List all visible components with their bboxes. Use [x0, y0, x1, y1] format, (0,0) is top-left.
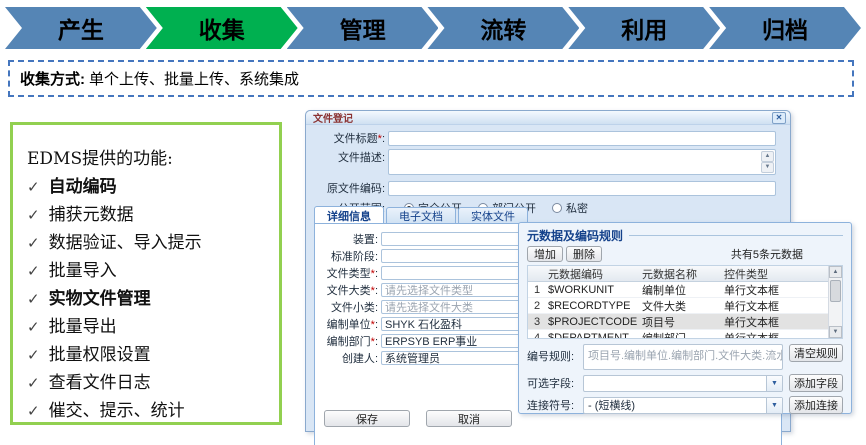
file-category-input[interactable]: 请先选择文件类型: [381, 283, 533, 297]
flow-step-archive[interactable]: 归档: [709, 7, 861, 49]
metadata-count: 共有5条元数据: [731, 246, 843, 262]
tab-physical-file[interactable]: 实体文件: [458, 207, 528, 224]
feature-item: ✓实物文件管理: [27, 285, 273, 313]
check-icon: ✓: [27, 229, 40, 257]
feature-item: ✓捕获元数据: [27, 201, 273, 229]
file-title-label: 文件标题*:: [314, 130, 388, 146]
header-rule-line: [629, 235, 843, 236]
file-desc-textarea[interactable]: ▲ ▼: [388, 149, 776, 175]
check-icon: ✓: [27, 257, 40, 285]
file-desc-label: 文件描述:: [314, 149, 388, 165]
flow-step-collect[interactable]: 收集: [146, 7, 298, 49]
file-title-row: 文件标题*:: [314, 130, 776, 146]
metadata-panel-title: 元数据及编码规则: [527, 227, 623, 244]
flow-step-generate[interactable]: 产生: [5, 7, 157, 49]
flow-step-transfer[interactable]: 流转: [427, 7, 579, 49]
compiling-unit-input[interactable]: SHYK 石化盈科: [381, 317, 533, 331]
feature-item: ✓自动编码: [27, 173, 273, 201]
feature-item: ✓数据验证、导入提示: [27, 229, 273, 257]
file-title-input[interactable]: [388, 131, 776, 146]
numbering-rule-label: 编号规则:: [527, 344, 583, 364]
metadata-table: 元数据编码 元数据名称 控件类型 1 $WORKUNIT 编制单位 单行文本框 …: [527, 265, 843, 339]
file-desc-row: 文件描述: ▲ ▼: [314, 149, 776, 175]
add-field-button[interactable]: 添加字段: [789, 374, 843, 392]
optional-field-row: 可选字段: ▼ 添加字段: [527, 374, 843, 392]
add-connector-button[interactable]: 添加连接: [789, 396, 843, 414]
original-code-input[interactable]: [388, 181, 776, 196]
save-button[interactable]: 保存: [324, 410, 410, 427]
check-icon: ✓: [27, 369, 40, 397]
chevron-down-icon[interactable]: ▼: [766, 376, 782, 391]
standard-phase-input[interactable]: [381, 249, 533, 263]
table-row[interactable]: 3 $PROJECTCODE 项目号 单行文本框: [528, 314, 842, 330]
banner-label: 收集方式:: [20, 68, 85, 89]
process-flow-bar: 产生 收集 管理 流转 利用 归档: [5, 7, 861, 49]
scroll-down-icon[interactable]: ▼: [829, 326, 842, 338]
table-row[interactable]: 1 $WORKUNIT 编制单位 单行文本框: [528, 282, 842, 298]
feature-item: ✓批量导出: [27, 313, 273, 341]
clear-rule-button[interactable]: 清空规则: [789, 344, 843, 362]
file-type-input[interactable]: [381, 266, 533, 280]
radio-private[interactable]: [552, 203, 562, 213]
dialog-title: 文件登记: [313, 110, 353, 125]
check-icon: ✓: [27, 341, 40, 369]
flow-step-manage[interactable]: 管理: [287, 7, 439, 49]
connector-row: 连接符号: - (短横线) ▼ 添加连接: [527, 396, 843, 414]
table-row[interactable]: 2 $RECORDTYPE 文件大类 单行文本框: [528, 298, 842, 314]
col-type: 控件类型: [724, 266, 808, 282]
flow-step-utilize[interactable]: 利用: [568, 7, 720, 49]
col-name: 元数据名称: [642, 266, 724, 282]
creator-input[interactable]: 系统管理员: [381, 351, 533, 365]
numbering-rule-input[interactable]: 项目号.编制单位.编制部门.文件大类.流水号: [583, 344, 783, 370]
textarea-scrollbar[interactable]: ▲ ▼: [761, 151, 774, 173]
metadata-table-header: 元数据编码 元数据名称 控件类型: [528, 266, 842, 282]
optional-field-label: 可选字段:: [527, 375, 583, 391]
delete-metadata-button[interactable]: 删除: [566, 246, 602, 262]
original-code-row: 原文件编码:: [314, 180, 776, 196]
numbering-rule-row: 编号规则: 项目号.编制单位.编制部门.文件大类.流水号 清空规则: [527, 344, 843, 370]
scroll-up-icon[interactable]: ▲: [829, 266, 842, 278]
file-subcategory-input[interactable]: 请先选择文件大类: [381, 300, 533, 314]
dialog-buttons: 保存 取消: [324, 410, 512, 427]
edms-features-box: EDMS提供的功能: ✓自动编码 ✓捕获元数据 ✓数据验证、导入提示 ✓批量导入…: [10, 122, 282, 425]
add-metadata-button[interactable]: 增加: [527, 246, 563, 262]
feature-item: ✓查看文件日志: [27, 369, 273, 397]
check-icon: ✓: [27, 173, 40, 201]
features-title: EDMS提供的功能:: [27, 145, 273, 173]
tab-electronic-file[interactable]: 电子文档: [386, 207, 456, 224]
metadata-rules-panel: 元数据及编码规则 增加 删除 共有5条元数据 元数据编码 元数据名称 控件类型 …: [518, 222, 852, 414]
optional-field-select[interactable]: ▼: [583, 375, 783, 392]
radio-private-label: 私密: [566, 200, 588, 216]
feature-item: ✓催交、提示、统计: [27, 397, 273, 425]
check-icon: ✓: [27, 201, 40, 229]
compiling-department-input[interactable]: ERPSYB ERP事业: [381, 334, 533, 348]
metadata-toolbar: 增加 删除 共有5条元数据: [527, 246, 843, 262]
collection-methods-banner: 收集方式: 单个上传、批量上传、系统集成: [8, 60, 854, 97]
col-code: 元数据编码: [546, 266, 642, 282]
check-icon: ✓: [27, 397, 40, 425]
tab-detail-info[interactable]: 详细信息: [314, 206, 384, 224]
original-code-label: 原文件编码:: [314, 180, 388, 196]
connector-label: 连接符号:: [527, 397, 583, 413]
dialog-titlebar[interactable]: 文件登记 ✕: [306, 111, 790, 125]
chevron-down-icon[interactable]: ▼: [766, 398, 782, 413]
scrollbar-thumb[interactable]: [830, 280, 841, 302]
feature-item: ✓批量导入: [27, 257, 273, 285]
check-icon: ✓: [27, 313, 40, 341]
metadata-panel-header: 元数据及编码规则: [527, 227, 843, 244]
cancel-button[interactable]: 取消: [426, 410, 512, 427]
connector-select[interactable]: - (短横线) ▼: [583, 397, 783, 414]
feature-item: ✓批量权限设置: [27, 341, 273, 369]
scroll-down-icon[interactable]: ▼: [761, 162, 774, 173]
table-scrollbar[interactable]: ▲ ▼: [828, 266, 842, 338]
device-input[interactable]: [381, 232, 533, 246]
close-icon[interactable]: ✕: [772, 112, 786, 124]
banner-text: 单个上传、批量上传、系统集成: [89, 68, 299, 89]
slide-canvas: 产生 收集 管理 流转 利用 归档 收集方式: 单个上传、批量上传、系统集成 E…: [0, 0, 866, 445]
table-row[interactable]: 4 $DEPARTMENT 编制部门 单行文本框: [528, 330, 842, 339]
scroll-up-icon[interactable]: ▲: [761, 151, 774, 162]
dialog-tabs: 详细信息 电子文档 实体文件: [314, 206, 528, 224]
check-icon: ✓: [27, 285, 40, 313]
